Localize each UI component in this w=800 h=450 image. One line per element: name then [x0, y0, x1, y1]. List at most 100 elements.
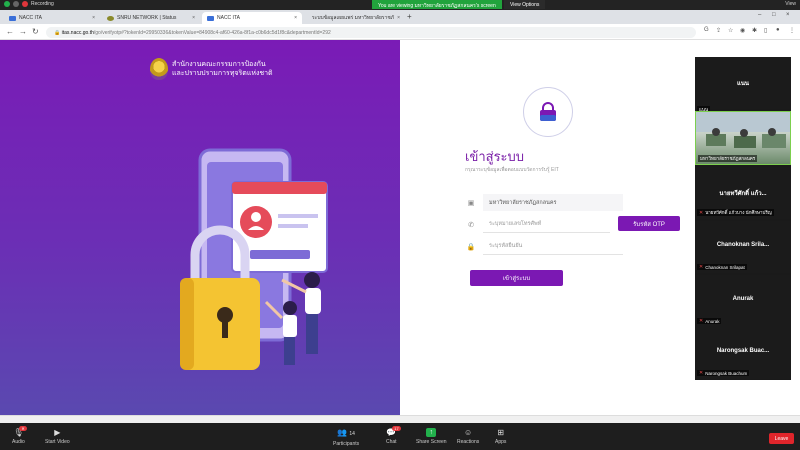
audio-label: Audio: [12, 439, 25, 445]
participants-count: 14: [349, 431, 355, 437]
participant-label: มหาวิทยาลัยราชภัฏสกลนคร: [698, 155, 758, 162]
leave-button[interactable]: Leave: [769, 433, 794, 444]
chat-button[interactable]: 💬 17 Chat: [386, 426, 401, 445]
participant-label: ✕ Narongsak Buachum: [697, 370, 750, 376]
tab-label: SNRU NETWORK | Status: [117, 15, 177, 21]
otp-input[interactable]: ระบุรหัสยืนยัน: [483, 238, 623, 255]
nacc-favicon-icon: [207, 15, 214, 21]
reload-icon[interactable]: ↻: [32, 27, 39, 36]
browser-status-bar: [0, 415, 800, 423]
video-off-icon: ▶: [54, 428, 61, 437]
participant-tile[interactable]: แนน แนน: [695, 57, 791, 113]
share-screen-button[interactable]: ↑ Share Screen: [416, 428, 447, 445]
nacc-seal-icon: [150, 58, 168, 80]
new-tab-button[interactable]: +: [407, 12, 412, 21]
tab-label: NACC ITA: [217, 15, 240, 21]
tab-bar: NACC ITA × SNRU NETWORK | Status × NACC …: [0, 10, 800, 24]
participant-tile[interactable]: Chanoknan Srila... ✕ Chanoknan Srilapat: [695, 221, 791, 273]
zoom-top-bar: Recording You are viewing มหาวิทยาลัยราช…: [0, 0, 800, 10]
org-name-line1: สำนักงานคณะกรรมการป้องกัน: [172, 61, 266, 68]
chat-label: Chat: [386, 439, 397, 445]
phone-input[interactable]: ระบุหมายเลขโทรศัพท์: [483, 216, 610, 233]
participants-label: Participants: [333, 441, 360, 447]
participants-button[interactable]: 👥 14 Participants: [333, 428, 359, 447]
tab-nacc-ita-1[interactable]: NACC ITA ×: [4, 12, 100, 24]
close-icon[interactable]: ×: [294, 15, 297, 21]
phone-field-row: ✆ ระบุหมายเลขโทรศัพท์: [465, 216, 610, 233]
browser-window: NACC ITA × SNRU NETWORK | Status × NACC …: [0, 10, 800, 415]
url-host: itas.nacc.go.th: [61, 30, 94, 36]
tab-label: NACC ITA: [19, 15, 42, 21]
minimize-icon[interactable]: –: [758, 12, 761, 18]
login-submit-button[interactable]: เข้าสู่ระบบ: [470, 270, 563, 286]
snru-favicon-icon: [107, 15, 114, 21]
puzzle-icon[interactable]: ✱: [752, 27, 757, 34]
participant-label: ✕ Anurak: [697, 318, 722, 324]
profile-icon[interactable]: ●: [776, 27, 780, 33]
participant-label: ✕ นายทวีศักดิ์ แก้วบาง นักศึกษาปริญ: [697, 209, 774, 216]
star-icon[interactable]: ☆: [728, 27, 733, 34]
close-icon[interactable]: ×: [192, 15, 195, 21]
window-close-icon[interactable]: ×: [786, 12, 790, 18]
reactions-button[interactable]: ☺ Reactions: [457, 428, 479, 445]
share-screen-icon: ↑: [426, 428, 437, 437]
share-screen-label: Share Screen: [416, 439, 447, 445]
participant-name: Chanoknan Srila...: [716, 242, 770, 248]
menu-icon[interactable]: ⋮: [789, 27, 795, 34]
mic-muted-icon: ✕: [699, 209, 704, 216]
participant-name: นายทวีศักดิ์ แก้ว...: [719, 191, 767, 197]
padlock-icon: [540, 102, 556, 121]
audio-button[interactable]: 🎙 ✕ Audio: [12, 426, 27, 445]
participant-tile[interactable]: Anurak ✕ Anurak: [695, 275, 791, 327]
tab-nacc-ita-active[interactable]: NACC ITA ×: [202, 12, 302, 24]
request-otp-button[interactable]: รับรหัส OTP: [618, 216, 680, 231]
close-icon[interactable]: ×: [397, 15, 400, 21]
tab-snru-network[interactable]: SNRU NETWORK | Status ×: [102, 12, 200, 24]
reactions-label: Reactions: [457, 439, 480, 445]
lock-badge: [523, 87, 573, 137]
forward-icon[interactable]: →: [19, 27, 27, 36]
back-icon[interactable]: ←: [6, 27, 14, 36]
share-banner: You are viewing มหาวิทยาลัยราชภัฏสกลนคร'…: [372, 0, 502, 9]
hero-panel: สำนักงานคณะกรรมการป้องกัน และปราบปรามการ…: [0, 40, 400, 415]
participant-video-tile[interactable]: มหาวิทยาลัยราชภัฏสกลนคร: [695, 111, 791, 165]
tab-snru-data[interactable]: ระบบข้อมูลเผยแพร่ มหาวิทยาลัยราชภั ×: [304, 12, 404, 24]
login-panel: เข้าสู่ระบบ กรุณาระบุข้อมูลเพื่อตอบแบบวั…: [440, 40, 695, 415]
participant-label-text: นายทวีศักดิ์ แก้วบาง นักศึกษาปริญ: [705, 210, 772, 215]
participant-tile[interactable]: นายทวีศักดิ์ แก้ว... ✕ นายทวีศักดิ์ แก้วบ…: [695, 167, 791, 219]
mic-muted-badge-icon: ✕: [19, 426, 27, 431]
google-icon[interactable]: G: [704, 27, 709, 33]
start-video-label: Start Video: [45, 439, 70, 445]
sidebar-icon[interactable]: ▯: [764, 27, 767, 34]
org-field-row: ▣ มหาวิทยาลัยราชภัฏสกลนคร: [465, 194, 623, 211]
share-icon[interactable]: ⇪: [716, 27, 721, 34]
apps-button[interactable]: ⊞ Apps: [495, 428, 506, 445]
view-button[interactable]: View: [785, 1, 796, 7]
nacc-favicon-icon: [9, 15, 16, 21]
participant-name: Anurak: [732, 296, 754, 302]
lock-icon: 🔒: [54, 30, 62, 36]
extension-icon[interactable]: ◉: [740, 27, 745, 34]
view-options-button[interactable]: View Options: [504, 0, 546, 9]
maximize-icon[interactable]: □: [772, 12, 776, 18]
mic-muted-icon: ✕: [699, 318, 704, 324]
participant-label: ✕ Chanoknan Srilapat: [697, 264, 747, 270]
participant-name: แนน: [736, 81, 750, 87]
participant-tile[interactable]: Narongsak Buac... ✕ Narongsak Buachum: [695, 327, 791, 379]
zoom-shield-icon: [13, 1, 19, 7]
mic-muted-icon: ✕: [699, 264, 704, 270]
start-video-button[interactable]: ▶ Start Video: [45, 428, 70, 445]
org-field[interactable]: มหาวิทยาลัยราชภัฏสกลนคร: [483, 194, 623, 211]
participant-label-text: Narongsak Buachum: [705, 370, 748, 376]
url-input[interactable]: 🔒 itas.nacc.go.th/go/verifyotp#?tokenId=…: [46, 27, 696, 38]
org-name: สำนักงานคณะกรรมการป้องกัน และปราบปรามการ…: [172, 60, 273, 78]
apps-label: Apps: [495, 439, 507, 445]
close-icon[interactable]: ×: [92, 15, 95, 21]
login-subtitle: กรุณาระบุข้อมูลเพื่อตอบแบบวัดการรับรู้ E…: [465, 167, 559, 173]
zoom-toolbar: 🎙 ✕ Audio ▶ Start Video 👥 14 Participants…: [0, 423, 800, 450]
zoom-recording-indicator: Recording: [4, 1, 54, 7]
login-title: เข้าสู่ระบบ: [465, 149, 525, 164]
participant-name: Narongsak Buac...: [716, 348, 770, 354]
lock-icon: 🔒: [466, 243, 476, 251]
chat-badge: 17: [392, 426, 401, 431]
